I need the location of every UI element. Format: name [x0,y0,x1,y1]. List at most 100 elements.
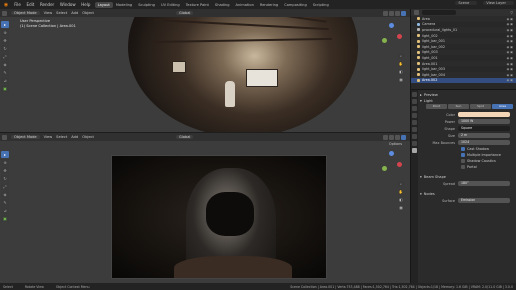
outliner-search-input[interactable] [422,10,456,15]
menu-view[interactable]: View [44,135,53,139]
editor-type-icon[interactable] [2,10,7,16]
options-dropdown[interactable]: Options [389,142,402,146]
add-cube-tool-icon[interactable]: ▣ [1,215,9,222]
checkbox[interactable] [461,153,465,157]
grid-icon[interactable]: ▦ [398,77,404,83]
navigation-gizmo[interactable] [378,151,404,177]
tab-sculpting[interactable]: Sculpting [135,2,158,8]
checkbox[interactable] [461,165,465,169]
cursor-tool-icon[interactable]: ⊕ [1,159,9,166]
menu-render[interactable]: Render [38,2,57,7]
visibility-toggle-icon[interactable]: ◉ ▣ [507,17,513,21]
orientation-dropdown[interactable]: Global [175,11,194,15]
power-field[interactable]: 1000 W [458,119,510,124]
measure-tool-icon[interactable]: ⊿ [1,77,9,84]
y-axis-icon[interactable] [382,38,387,43]
mode-dropdown[interactable]: Object Mode [11,11,40,15]
tab-compositing[interactable]: Compositing [281,2,310,8]
object-tab-icon[interactable] [412,134,417,139]
filter-icon[interactable]: ▽ [510,11,513,15]
zoom-icon[interactable]: ⌕ [398,53,404,59]
editor-type-icon[interactable] [2,134,7,140]
visibility-toggle-icon[interactable]: ◉ ▣ [507,73,513,77]
wireframe-shading-icon[interactable] [383,10,388,16]
visibility-toggle-icon[interactable]: ◉ ▣ [507,45,513,49]
z-axis-icon[interactable] [389,23,394,28]
menu-select[interactable]: Select [56,135,67,139]
camera-view-icon[interactable]: ◧ [398,69,404,75]
transform-tool-icon[interactable]: ◈ [1,191,9,198]
navigation-gizmo[interactable] [378,23,404,49]
outliner-row[interactable]: Area.002 ◉ ▣ [411,77,516,84]
scale-tool-icon[interactable]: ⤢ [1,53,9,60]
menu-object[interactable]: Object [82,135,94,139]
max-bounces-field[interactable]: 1024 [458,140,510,145]
material-shading-icon[interactable] [395,10,400,16]
rendered-shading-icon[interactable] [401,134,406,140]
world-tab-icon[interactable] [412,127,417,132]
light-type-area[interactable]: Area [492,104,513,109]
annotate-tool-icon[interactable]: ✎ [1,199,9,206]
color-swatch[interactable] [458,112,510,117]
tab-rendering[interactable]: Rendering [257,2,281,8]
pan-hand-icon[interactable]: ✋ [398,189,404,195]
view-layer-tab-icon[interactable] [412,113,417,118]
render-tab-icon[interactable] [412,99,417,104]
x-axis-icon[interactable] [397,162,402,167]
tab-scripting[interactable]: Scripting [310,2,332,8]
surface-dropdown[interactable]: Emission [458,198,510,203]
select-tool-icon[interactable]: ▸ [1,151,9,158]
menu-view[interactable]: View [44,11,53,15]
material-shading-icon[interactable] [395,134,400,140]
annotate-tool-icon[interactable]: ✎ [1,69,9,76]
tab-modeling[interactable]: Modeling [113,2,135,8]
wireframe-shading-icon[interactable] [383,134,388,140]
constraints-tab-icon[interactable] [412,141,417,146]
mode-dropdown[interactable]: Object Mode [11,135,40,139]
view-layer-field[interactable]: View Layer [483,1,514,5]
scene-tab-icon[interactable] [412,120,417,125]
camera-view-icon[interactable]: ◧ [398,197,404,203]
viewport-bottom[interactable]: Object Mode View Select Add Object Globa… [0,133,410,290]
output-tab-icon[interactable] [412,106,417,111]
pan-hand-icon[interactable]: ✋ [398,61,404,67]
menu-object[interactable]: Object [82,11,94,15]
light-data-tab-icon[interactable] [412,148,417,153]
measure-tool-icon[interactable]: ⊿ [1,207,9,214]
visibility-toggle-icon[interactable]: ◉ ▣ [507,22,513,26]
visibility-toggle-icon[interactable]: ◉ ▣ [507,67,513,71]
menu-select[interactable]: Select [56,11,67,15]
menu-file[interactable]: File [12,2,23,7]
grid-icon[interactable]: ▦ [398,205,404,211]
checkbox-row[interactable]: Portal [461,164,515,170]
rotate-tool-icon[interactable]: ↻ [1,45,9,52]
solid-shading-icon[interactable] [389,134,394,140]
y-axis-icon[interactable] [382,166,387,171]
tab-uv-editing[interactable]: UV Editing [158,2,183,8]
tab-animation[interactable]: Animation [233,2,257,8]
outliner-type-icon[interactable] [414,10,419,15]
solid-shading-icon[interactable] [389,10,394,16]
zoom-icon[interactable]: ⌕ [398,181,404,187]
spread-field[interactable]: 180° [458,181,510,186]
blender-logo-icon[interactable]: ◉ [2,2,10,8]
visibility-toggle-icon[interactable]: ◉ ▣ [507,34,513,38]
light-type-sun[interactable]: Sun [448,104,469,109]
z-axis-icon[interactable] [389,151,394,156]
visibility-toggle-icon[interactable]: ◉ ▣ [507,78,513,82]
add-cube-tool-icon[interactable]: ▣ [1,85,9,92]
tab-shading[interactable]: Shading [212,2,233,8]
tab-layout[interactable]: Layout [94,1,113,8]
menu-add[interactable]: Add [71,11,78,15]
size-field[interactable]: 2 m [458,133,510,138]
cursor-tool-icon[interactable]: ⊕ [1,29,9,36]
x-axis-icon[interactable] [397,34,402,39]
menu-add[interactable]: Add [71,135,78,139]
visibility-toggle-icon[interactable]: ◉ ▣ [507,50,513,54]
orientation-dropdown[interactable]: Global [175,135,194,139]
visibility-toggle-icon[interactable]: ◉ ▣ [507,62,513,66]
shape-dropdown[interactable]: Square [458,126,510,131]
tool-tab-icon[interactable] [412,92,417,97]
viewport-top[interactable]: Object Mode View Select Add Object Globa… [0,9,410,132]
tab-texture-paint[interactable]: Texture Paint [183,2,212,8]
